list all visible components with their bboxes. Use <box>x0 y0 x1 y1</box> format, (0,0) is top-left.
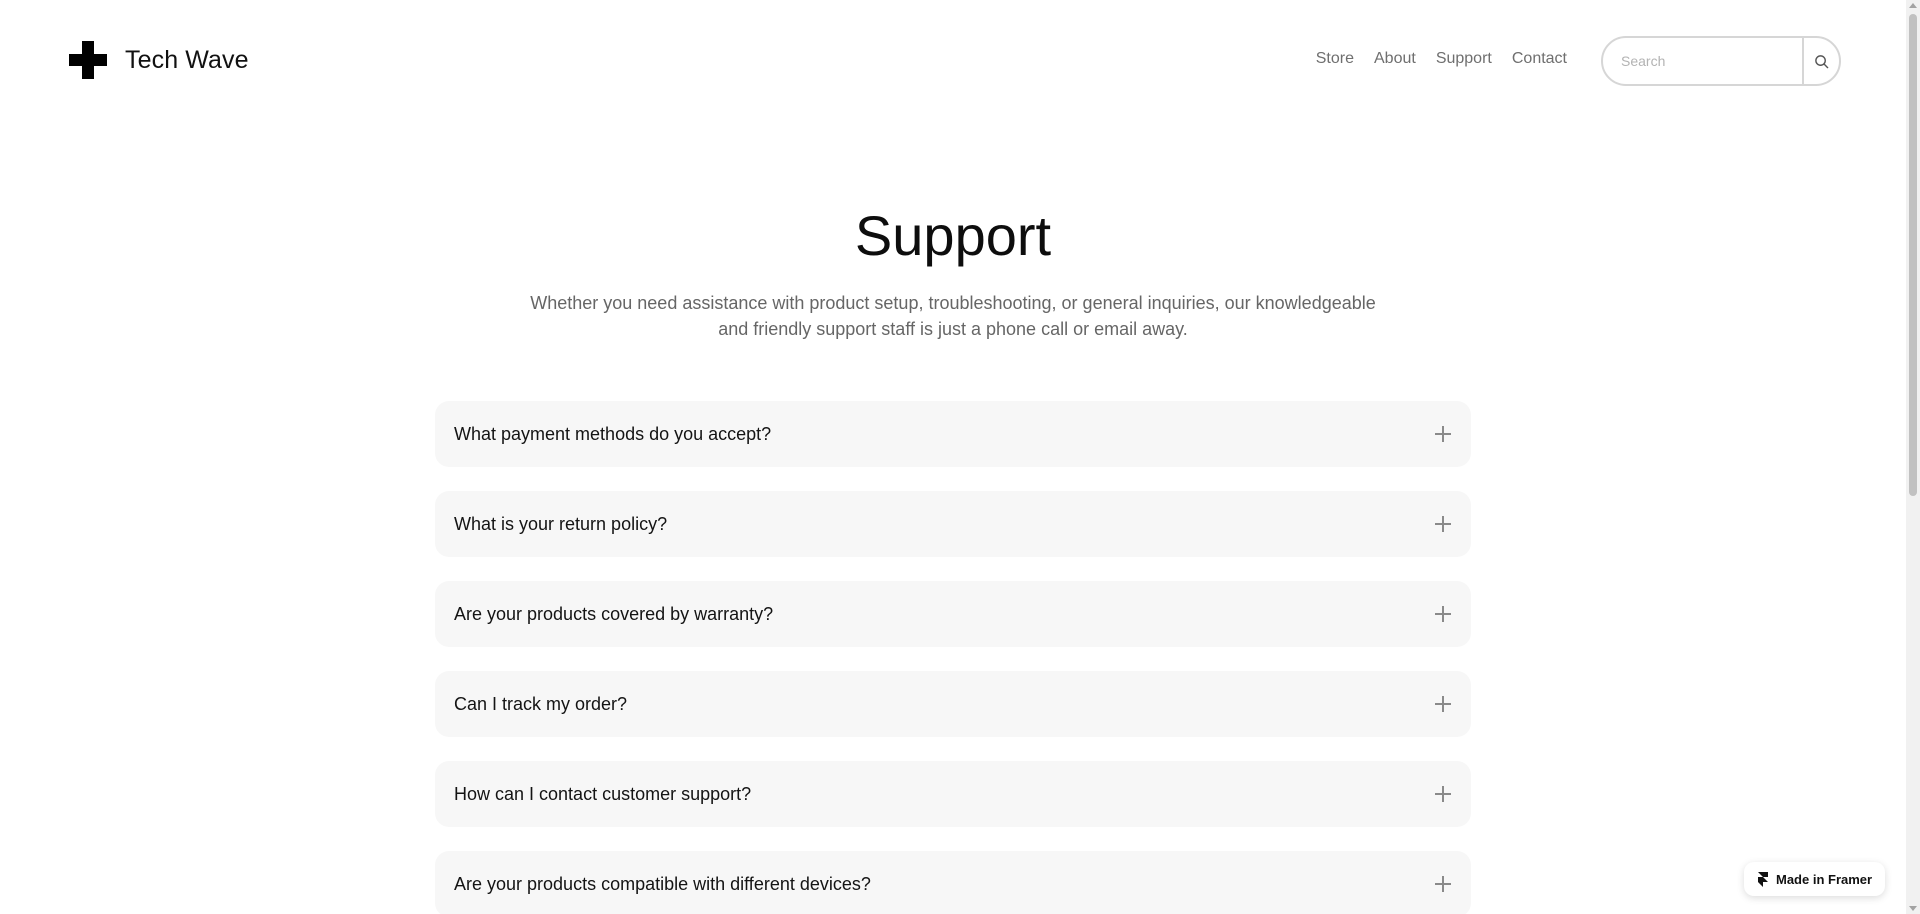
faq-question: Are your products compatible with differ… <box>454 873 871 894</box>
faq-item[interactable]: What payment methods do you accept? <box>435 401 1471 467</box>
plus-icon[interactable] <box>1435 876 1451 892</box>
faq-item[interactable]: Are your products covered by warranty? <box>435 581 1471 647</box>
page-subtitle: Whether you need assistance with product… <box>530 293 1376 339</box>
plus-icon[interactable] <box>1435 426 1451 442</box>
page-title: Support <box>854 204 1052 267</box>
main-nav: Store About Support Contact <box>1316 50 1567 68</box>
search-input[interactable] <box>1603 38 1802 84</box>
plus-cross-logo-icon <box>69 41 107 79</box>
search-icon <box>1815 54 1829 68</box>
plus-icon[interactable] <box>1435 516 1451 532</box>
scrollbar-thumb[interactable] <box>1909 14 1917 496</box>
faq-item[interactable]: Are your products compatible with differ… <box>435 851 1471 914</box>
plus-icon[interactable] <box>1435 606 1451 622</box>
vertical-scrollbar[interactable] <box>1906 0 1920 914</box>
faq-question: What payment methods do you accept? <box>454 423 772 444</box>
faq-question: How can I contact customer support? <box>454 783 752 804</box>
badge-label: Made in Framer <box>1776 871 1873 887</box>
search-button[interactable] <box>1802 38 1839 84</box>
faq-list: What payment methods do you accept? What… <box>435 401 1471 914</box>
faq-question: What is your return policy? <box>454 513 668 534</box>
faq-question: Are your products covered by warranty? <box>454 603 774 624</box>
framer-icon <box>1758 871 1768 887</box>
scroll-up-arrow-icon[interactable] <box>1909 3 1917 8</box>
nav-support[interactable]: Support <box>1436 50 1492 68</box>
faq-item[interactable]: Can I track my order? <box>435 671 1471 737</box>
plus-icon[interactable] <box>1435 696 1451 712</box>
search-box <box>1601 36 1841 86</box>
faq-question: Can I track my order? <box>454 693 628 714</box>
made-in-framer-badge[interactable]: Made in Framer <box>1744 862 1885 896</box>
nav-store[interactable]: Store <box>1316 50 1354 68</box>
nav-contact[interactable]: Contact <box>1512 50 1567 68</box>
page: Tech Wave Store About Support Contact Su… <box>0 0 1920 914</box>
faq-item[interactable]: How can I contact customer support? <box>435 761 1471 827</box>
brand-name: Tech Wave <box>125 45 249 74</box>
nav-about[interactable]: About <box>1374 50 1416 68</box>
faq-item[interactable]: What is your return policy? <box>435 491 1471 557</box>
brand-logo[interactable]: Tech Wave <box>69 41 249 79</box>
scroll-down-arrow-icon[interactable] <box>1909 906 1917 911</box>
plus-icon[interactable] <box>1435 786 1451 802</box>
